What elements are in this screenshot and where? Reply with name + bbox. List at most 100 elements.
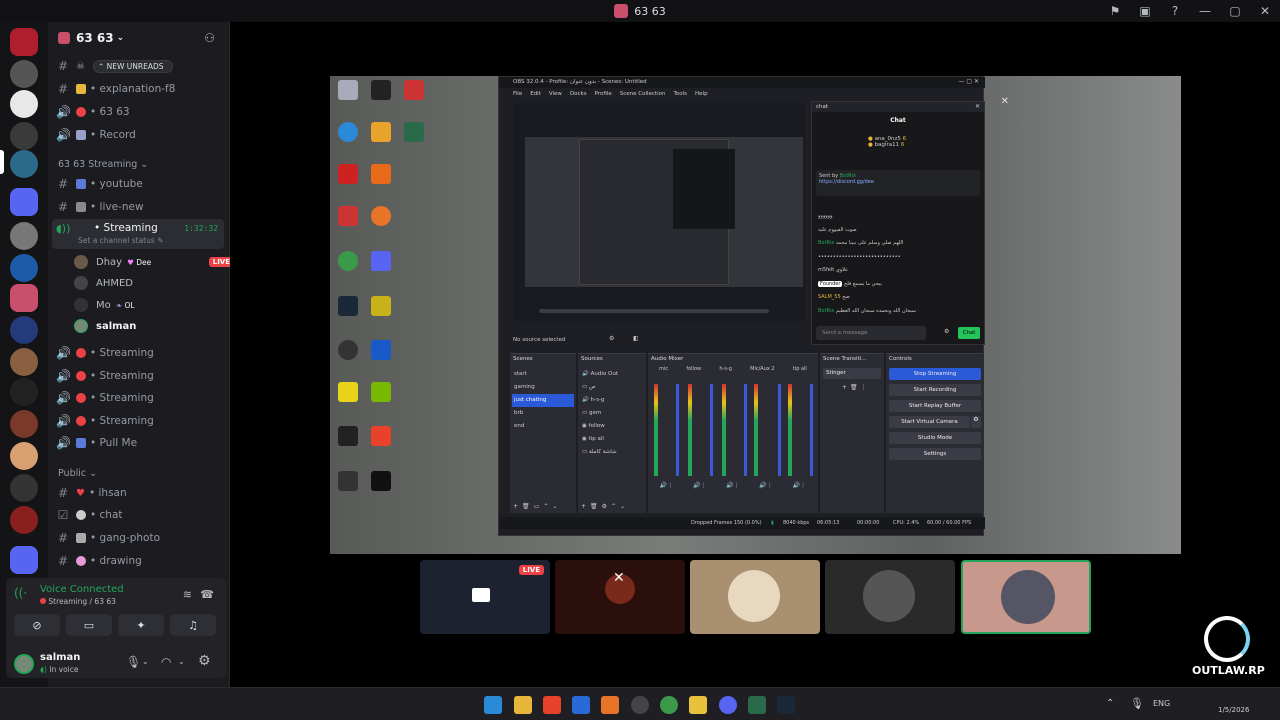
start-replay-buffer-button[interactable]: Start Replay Buffer xyxy=(889,400,981,412)
channel-status-prompt[interactable]: Set a channel status ✎ xyxy=(78,236,163,245)
start-icon[interactable] xyxy=(484,696,502,714)
channel-text[interactable]: # • gang-photo xyxy=(56,528,223,548)
obs-preview[interactable] xyxy=(513,103,805,321)
server-icon[interactable] xyxy=(10,222,38,250)
channel-text[interactable]: # ♥ • ihsan xyxy=(56,483,223,503)
user-avatar[interactable] xyxy=(14,654,34,674)
virtual-camera-gear-icon[interactable]: ⚙ xyxy=(971,416,981,428)
stop-streaming-button[interactable]: Stop Streaming xyxy=(889,368,981,380)
category-streaming[interactable]: 63 63 Streaming ⌄ xyxy=(58,159,148,170)
server-icon[interactable] xyxy=(10,122,38,150)
scene-item[interactable]: start xyxy=(512,368,574,381)
source-item[interactable]: ▭ شاشة كاملة xyxy=(582,446,644,459)
studio-mode-button[interactable]: Studio Mode xyxy=(889,432,981,444)
channel-text[interactable]: # • drawing xyxy=(56,551,223,571)
app-icon[interactable] xyxy=(601,696,619,714)
server-icon[interactable] xyxy=(10,254,38,282)
discord-icon[interactable] xyxy=(719,696,737,714)
mixer-mute-row[interactable]: 🔊⋮ 🔊⋮ 🔊⋮ 🔊⋮ 🔊⋮ xyxy=(650,482,816,489)
volume-fader[interactable] xyxy=(676,384,679,476)
source-item[interactable]: ▭ gem xyxy=(582,407,644,420)
channel-text[interactable]: # • youtube xyxy=(56,174,223,194)
volume-fader[interactable] xyxy=(778,384,781,476)
server-icon[interactable] xyxy=(10,316,38,344)
menu-profile[interactable]: Profile xyxy=(595,91,612,97)
channel-text[interactable]: ☑ • chat xyxy=(56,505,223,525)
close-icon[interactable]: ✕ xyxy=(1001,96,1009,107)
menu-file[interactable]: File xyxy=(513,91,522,97)
headphones-icon[interactable]: ◠ xyxy=(161,655,171,669)
source-item[interactable]: ▭ ص xyxy=(582,381,644,394)
new-unreads-badge[interactable]: ⌃ NEW UNREADS xyxy=(92,59,173,73)
channel-voice[interactable]: 🔊 • Streaming xyxy=(56,366,223,386)
active-voice-channel[interactable]: ◖)) • Streaming 1:32:32 Set a channel st… xyxy=(52,219,224,249)
menu-help[interactable]: Help xyxy=(695,91,708,97)
channel-voice[interactable]: 🔊 • Record xyxy=(56,125,223,145)
transition-toolbar[interactable]: +🗑⋮ xyxy=(842,384,870,391)
voice-user-self[interactable]: salman xyxy=(74,316,136,336)
steam-icon[interactable] xyxy=(777,696,795,714)
chat-input[interactable]: Send a message xyxy=(816,326,926,340)
share-screen-button[interactable]: ▭ xyxy=(66,614,112,636)
channel-text[interactable]: # • live-new xyxy=(56,197,223,217)
obs-window-controls[interactable]: — ▢ ✕ xyxy=(958,78,979,85)
chrome-icon[interactable] xyxy=(660,696,678,714)
close-button[interactable]: ✕ xyxy=(1250,0,1280,22)
speaker-icon[interactable]: 🔊⋮ xyxy=(693,482,706,489)
microphone-icon[interactable]: 🎙 xyxy=(1130,697,1144,710)
source-item[interactable]: 🔊 Audio Out xyxy=(582,368,644,381)
transition-select[interactable]: Stinger xyxy=(823,368,881,379)
server-icon[interactable] xyxy=(10,60,38,88)
volume-fader[interactable] xyxy=(710,384,713,476)
microphone-icon[interactable]: 🎙 xyxy=(126,655,141,669)
soundboard-button[interactable]: ♫ xyxy=(170,614,216,636)
start-recording-button[interactable]: Start Recording xyxy=(889,384,981,396)
obs-window[interactable]: OBS 32.0.4 - Profile: بدون عنوان - Scene… xyxy=(498,76,985,536)
noise-suppression-icon[interactable]: ≋ xyxy=(183,588,192,601)
channel-voice[interactable]: 🔊 • Streaming xyxy=(56,411,223,431)
scene-item[interactable]: gaming xyxy=(512,381,574,394)
server-icon[interactable] xyxy=(10,348,38,376)
server-icon[interactable] xyxy=(10,474,38,502)
speaker-icon[interactable]: 🔊⋮ xyxy=(759,482,772,489)
voice-user[interactable]: AHMED xyxy=(74,273,133,293)
volume-fader[interactable] xyxy=(744,384,747,476)
channel-voice[interactable]: 🔊 • Streaming xyxy=(56,343,223,363)
server-icon-5[interactable] xyxy=(10,28,38,56)
menu-view[interactable]: View xyxy=(549,91,562,97)
sources-toolbar[interactable]: +🗑⚙⌃⌄ xyxy=(581,503,629,510)
inbox-icon[interactable]: ⚑ xyxy=(1100,0,1130,22)
speaker-icon[interactable]: 🔊⋮ xyxy=(726,482,739,489)
pinned-link[interactable]: https://discord.gg/dee xyxy=(819,179,977,185)
start-virtual-camera-button[interactable]: Start Virtual Camera xyxy=(889,416,970,428)
participant-tile-stream[interactable]: LIVE xyxy=(420,560,550,634)
participant-tile[interactable] xyxy=(690,560,820,634)
scene-item[interactable]: brb xyxy=(512,407,574,420)
category-public[interactable]: Public ⌄ xyxy=(58,468,97,479)
channel-voice[interactable]: 🔊 • 63 63 xyxy=(56,102,223,122)
participant-tile[interactable]: ✕ xyxy=(555,560,685,634)
folder-icon[interactable] xyxy=(10,188,38,216)
scene-item-selected[interactable]: just chating xyxy=(512,394,574,407)
chevron-down-icon[interactable]: ⌄ xyxy=(142,657,149,666)
store-icon[interactable] xyxy=(572,696,590,714)
menu-scene-collection[interactable]: Scene Collection xyxy=(620,91,666,97)
chat-settings-icon[interactable]: ⚙ xyxy=(944,328,949,335)
camera-off-button[interactable]: ⊘ xyxy=(14,614,60,636)
source-item[interactable]: ◉ tip all xyxy=(582,433,644,446)
chevron-down-icon[interactable]: ⌄ xyxy=(178,657,185,666)
disconnect-icon[interactable]: ☎ xyxy=(200,588,214,601)
voice-user[interactable]: Dhay ♥ Dee LIVE xyxy=(74,252,234,272)
speaker-icon[interactable]: 🔊⋮ xyxy=(660,482,673,489)
server-icon[interactable] xyxy=(10,410,38,438)
source-item[interactable]: 🔊 h-s-g xyxy=(582,394,644,407)
source-filter-icon[interactable]: ◧ xyxy=(633,335,639,342)
server-icon[interactable] xyxy=(10,506,38,534)
folder-icon[interactable] xyxy=(10,546,38,574)
add-member-icon[interactable]: ⚇ xyxy=(204,31,215,45)
scene-item[interactable]: end xyxy=(512,420,574,433)
pinned-message[interactable]: Sent by BotRix https://discord.gg/dee xyxy=(816,170,980,196)
brave-icon[interactable] xyxy=(543,696,561,714)
taskbar-date[interactable]: 1/5/2026 xyxy=(1218,706,1249,714)
preview-scrollbar[interactable] xyxy=(539,309,769,313)
